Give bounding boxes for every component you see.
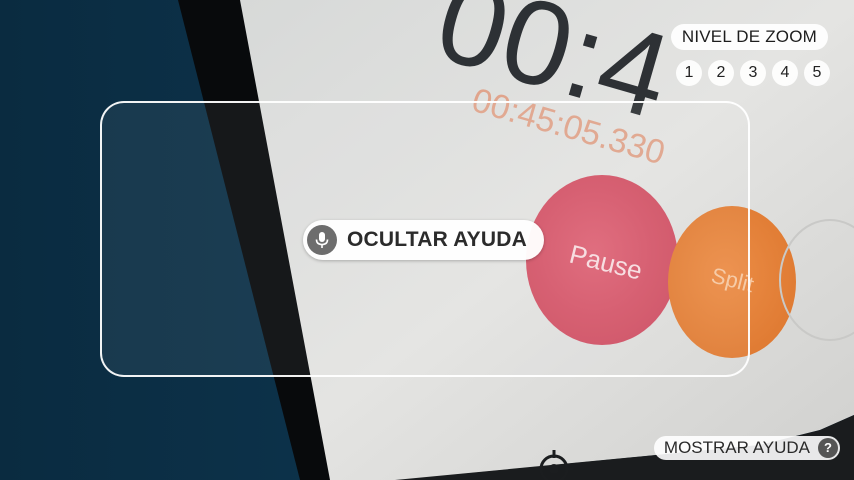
zoom-level-title: NIVEL DE ZOOM [670, 24, 828, 50]
show-help-button[interactable]: MOSTRAR AYUDA ? [653, 436, 840, 460]
camera-view: 00:4 00:45:05.330 Pause Split NIVEL DE Z… [0, 0, 854, 480]
question-icon: ? [818, 438, 838, 458]
zoom-level-selector: 1 2 3 4 5 [676, 60, 830, 86]
show-help-label: MOSTRAR AYUDA [663, 438, 810, 457]
zoom-level-5[interactable]: 5 [804, 60, 830, 86]
microphone-icon [307, 225, 337, 255]
zoom-level-2[interactable]: 2 [708, 60, 734, 86]
zoom-level-4[interactable]: 4 [772, 60, 798, 86]
hide-help-button[interactable]: OCULTAR AYUDA [303, 220, 544, 260]
hide-help-label: OCULTAR AYUDA [347, 228, 527, 251]
crosshair-icon[interactable] [535, 450, 573, 480]
zoom-level-1[interactable]: 1 [676, 60, 702, 86]
zoom-level-3[interactable]: 3 [740, 60, 766, 86]
